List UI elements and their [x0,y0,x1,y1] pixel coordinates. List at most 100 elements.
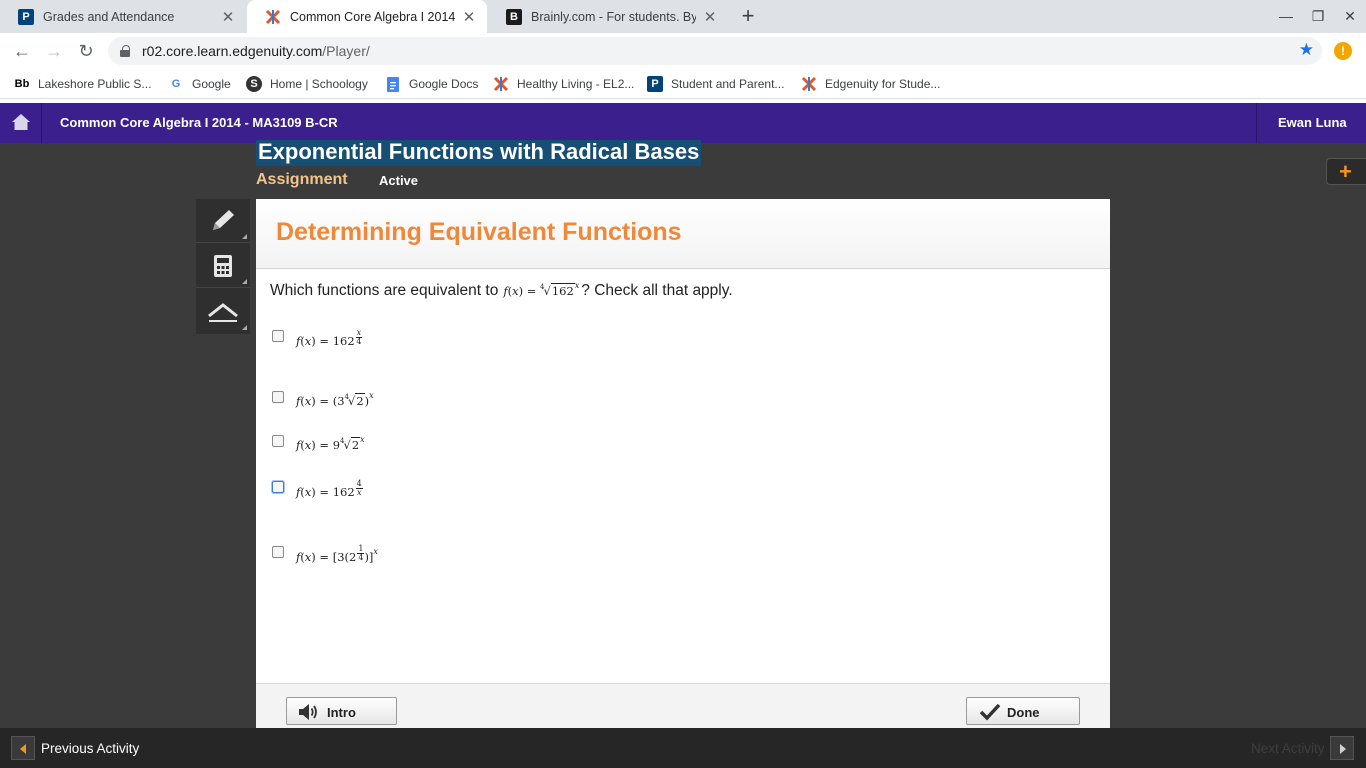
bookmark-label: Google [192,77,231,91]
radicand: 162 [550,283,575,298]
answer-option-4[interactable]: f(x) = 162 4 x [272,480,363,499]
option-checkbox[interactable] [272,435,284,447]
close-icon[interactable]: ✕ [461,8,477,26]
calculator-icon [214,255,232,277]
brainly-icon: B [506,8,522,25]
option-expression: f(x) = [3(2 1 4)]x [296,544,378,565]
math-x: x [304,550,312,564]
url-path: /Player/ [322,43,370,59]
close-window-icon[interactable]: ✕ [1334,0,1366,33]
option-coefficient: 3 [337,394,345,408]
edgenuity-icon [493,76,509,92]
expand-tools-button[interactable]: + [1326,158,1366,185]
bookmark-star-icon[interactable]: ★ [1299,40,1314,60]
profile-alert-icon[interactable]: ! [1334,42,1352,60]
root-index: 4 [340,437,345,445]
highlighter-tool-button[interactable] [196,289,250,333]
restore-icon[interactable]: ❐ [1302,0,1334,33]
next-arrow-button[interactable] [1330,736,1354,760]
question-function: f(x) = 4√162x [503,281,580,298]
option-expression: f(x) = 162 x 4 [296,328,363,348]
user-menu[interactable]: Ewan Luna [1256,103,1366,143]
close-icon[interactable]: ✕ [702,8,718,26]
next-activity-link[interactable]: Next Activity [1251,741,1325,756]
bookmark-lakeshore[interactable]: Bb Lakeshore Public S... [14,75,152,93]
option-checkbox[interactable] [272,330,284,342]
google-docs-icon [385,76,401,92]
course-title: Common Core Algebra I 2014 - MA3109 B-CR [60,115,338,130]
exponent-x: x [373,547,378,557]
bookmark-schoology[interactable]: S Home | Schoology [246,75,368,93]
option-checkbox[interactable] [272,391,284,403]
user-name: Ewan Luna [1278,115,1347,130]
exponent-x: x [369,391,374,401]
bookmark-google[interactable]: G Google [168,75,231,93]
reload-icon[interactable]: ↻ [73,38,99,64]
answer-option-3[interactable]: f(x) = 94√2x [272,435,365,452]
course-bar: Common Core Algebra I 2014 - MA3109 B-CR… [0,103,1366,143]
bookmark-label: Student and Parent... [671,77,785,91]
answer-option-5[interactable]: f(x) = [3(2 1 4)]x [272,545,378,564]
home-button[interactable] [0,103,42,143]
plus-icon: + [1339,159,1352,184]
answer-option-2[interactable]: f(x) = (34√2)x [272,391,374,408]
tab-brainly[interactable]: B Brainly.com - For students. By st ✕ [488,0,728,33]
tab-title: Grades and Attendance [43,9,175,24]
option-coefficient: 9 [332,438,341,452]
previous-activity-link[interactable]: Previous Activity [41,741,139,756]
address-bar[interactable]: r02.core.learn.edgenuity.com/Player/ ★ [108,37,1322,65]
bookmark-healthy-living[interactable]: Healthy Living - EL2... [493,75,634,93]
bookmark-student-parent[interactable]: P Student and Parent... [647,75,784,93]
option-checkbox[interactable] [272,546,284,558]
math-f: f [296,334,301,348]
option-expression: f(x) = 162 4 x [296,479,363,499]
back-arrow-icon[interactable]: ← [9,38,35,64]
close-icon[interactable]: ✕ [220,8,236,26]
tab-grades[interactable]: P Grades and Attendance ✕ [0,0,246,33]
intro-label: Intro [327,705,356,720]
assignment-label: Assignment [256,171,348,188]
question-suffix: ? Check all that apply. [581,282,733,299]
option-checkbox[interactable] [272,481,284,493]
option-base: 162 [332,485,355,499]
activity-title: Determining Equivalent Functions [276,218,682,246]
question-text: Which functions are equivalent to f(x) =… [270,281,733,300]
math-f: f [503,284,508,298]
previous-arrow-button[interactable] [11,736,35,760]
pencil-tool-button[interactable] [196,199,250,243]
minimize-icon[interactable]: — [1270,0,1302,33]
pencil-icon [213,210,234,230]
answer-option-1[interactable]: f(x) = 162 x 4 [272,328,363,348]
blackboard-icon: Bb [14,78,30,90]
schoology-icon: S [246,76,262,92]
tab-algebra[interactable]: Common Core Algebra I 2014 - M ✕ [247,0,487,33]
calculator-tool-button[interactable] [196,244,250,288]
activity-footer: Intro Done [256,683,1110,728]
bookmark-google-docs[interactable]: Google Docs [385,75,478,93]
intro-button[interactable]: Intro [286,697,397,725]
new-tab-button[interactable]: + [736,4,760,28]
math-x: x [304,334,312,348]
status-label: Active [379,173,419,188]
arrow-left-icon [20,744,26,754]
browser-toolbar: ← → ↻ r02.core.learn.edgenuity.com/Playe… [0,33,1366,69]
math-x: x [512,284,519,298]
arrow-right-icon [1340,744,1346,754]
bookmark-label: Google Docs [409,77,479,91]
powerschool-icon: P [647,76,663,92]
done-button[interactable]: Done [966,697,1080,725]
browser-tabstrip: P Grades and Attendance ✕ Common Core Al… [0,0,1366,33]
bookmark-label: Healthy Living - EL2... [517,77,635,91]
option-coefficient: 3 [337,550,345,564]
radicand: 2 [355,393,365,408]
edgenuity-icon [801,76,817,92]
fraction-denominator: x [356,488,362,497]
bookmark-edgenuity[interactable]: Edgenuity for Stude... [801,75,940,93]
caret-up-icon [208,303,238,322]
lesson-title: Exponential Functions with Radical Bases [256,139,702,166]
option-base: 162 [332,334,355,348]
done-label: Done [1007,705,1040,720]
activity-header: Determining Equivalent Functions [256,199,1110,269]
forward-arrow-icon[interactable]: → [41,38,67,64]
option-expression: f(x) = (34√2)x [296,391,374,408]
